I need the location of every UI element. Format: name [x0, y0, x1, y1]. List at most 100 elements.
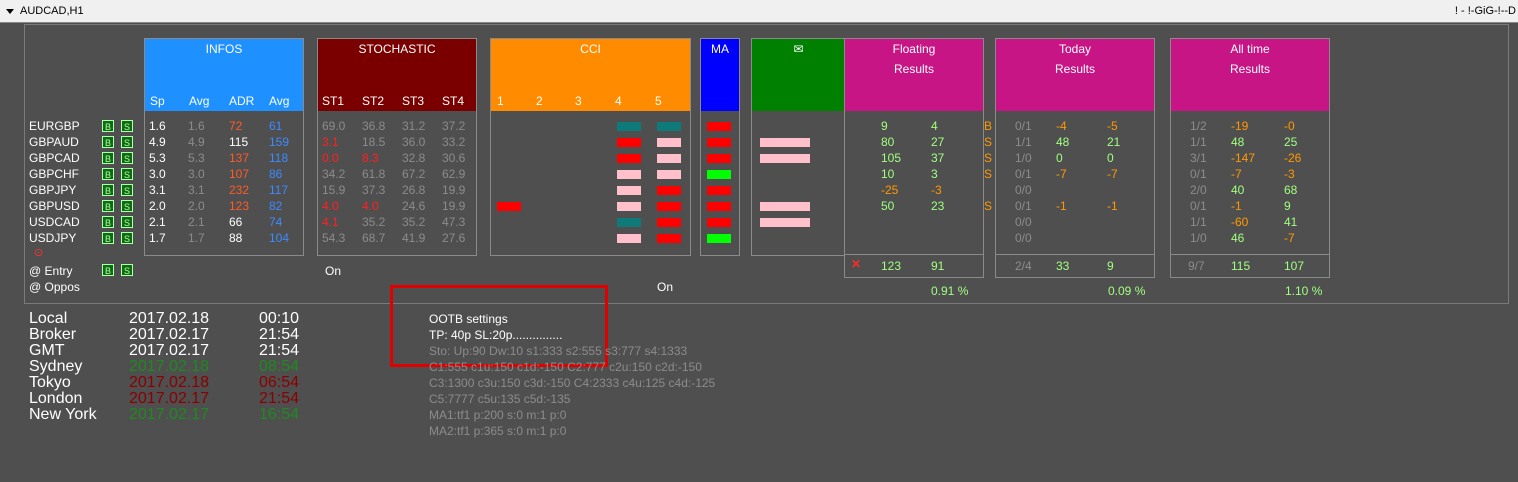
chart-title-bar: AUDCAD,H1 ! - !-GiG-!--D [0, 0, 1518, 23]
today-title-1: Today [1058, 42, 1092, 56]
alert-clock-icon[interactable]: ⊙ [34, 246, 43, 260]
stochastic-value: 19.9 [442, 199, 466, 213]
buy-button[interactable]: B [102, 232, 114, 244]
sell-button[interactable]: S [121, 184, 133, 196]
alltime-total-b: 107 [1284, 259, 1305, 273]
mail-header[interactable]: ✉ [752, 39, 845, 111]
symbol-label[interactable]: USDCAD [29, 215, 80, 229]
adr-avg-value: 118 [269, 151, 289, 165]
world-clock-city: Tokyo [29, 374, 71, 391]
mail-signal-bar [760, 218, 810, 227]
cci-signal-bar [657, 186, 681, 195]
sell-button[interactable]: S [121, 200, 133, 212]
alltime-pips: -1 [1231, 199, 1242, 213]
buy-button[interactable]: B [102, 136, 114, 148]
col-st2: ST2 [362, 94, 385, 108]
mail-signal-bar [760, 138, 810, 147]
stochastic-value: 30.6 [442, 151, 466, 165]
symbol-label[interactable]: EURGBP [29, 119, 80, 133]
stochastic-value: 27.6 [442, 231, 466, 245]
buy-button[interactable]: B [102, 168, 114, 180]
col-sp: Sp [150, 94, 165, 108]
sell-button[interactable]: S [121, 168, 133, 180]
adr-avg-value: 61 [269, 119, 283, 133]
today-profit: -7 [1107, 167, 1118, 181]
today-trades-ratio: 1/0 [1015, 151, 1032, 165]
stochastic-value: 33.2 [442, 135, 466, 149]
collapse-triangle-icon[interactable] [6, 9, 14, 14]
spread-avg-value: 2.1 [188, 215, 205, 229]
world-clock-time: 16:54 [259, 406, 300, 423]
today-trades-ratio: 0/0 [1015, 215, 1032, 229]
symbol-label[interactable]: GBPAUD [29, 135, 79, 149]
alltime-pips: -60 [1231, 215, 1249, 229]
buy-button[interactable]: B [102, 120, 114, 132]
stochastic-value: 69.0 [322, 119, 346, 133]
col-st4: ST4 [442, 94, 465, 108]
buy-button[interactable]: B [102, 216, 114, 228]
alltime-trades-ratio: 1/1 [1190, 135, 1207, 149]
today-pips: -1 [1056, 199, 1067, 213]
cci-signal-bar [657, 138, 681, 147]
cci-signal-bar [657, 218, 681, 227]
world-clock-city: New York [29, 406, 97, 423]
alltime-profit: -0 [1284, 119, 1295, 133]
entry-buy-button[interactable]: B [102, 264, 114, 276]
cci-signal-bar [617, 202, 641, 211]
floating-pips: 105 [881, 151, 902, 165]
today-profit: -1 [1107, 199, 1118, 213]
floating-total-b: 91 [931, 259, 945, 273]
alltime-pips: -7 [1231, 167, 1242, 181]
stochastic-value: 15.9 [322, 183, 346, 197]
symbol-label[interactable]: GBPCHF [29, 167, 79, 181]
position-direction-tag: S [984, 167, 993, 181]
sell-button[interactable]: S [121, 152, 133, 164]
spread-value: 5.3 [149, 151, 166, 165]
stochastic-value: 54.3 [322, 231, 346, 245]
ma-signal-bar [707, 138, 731, 147]
symbol-label[interactable]: GBPCAD [29, 151, 80, 165]
buy-button[interactable]: B [102, 184, 114, 196]
mail-signal-bar [760, 202, 810, 211]
entry-sell-button[interactable]: S [121, 264, 133, 276]
alltime-total-pct: 1.10 % [1285, 284, 1323, 298]
mail-signal-bar [760, 154, 810, 163]
sell-button[interactable]: S [121, 216, 133, 228]
symbol-label[interactable]: GBPJPY [29, 183, 76, 197]
spread-avg-value: 5.3 [188, 151, 205, 165]
adr-avg-value: 117 [269, 183, 289, 197]
buy-button[interactable]: B [102, 152, 114, 164]
position-direction-tag: S [984, 199, 993, 213]
today-profit: 0 [1107, 151, 1114, 165]
cci-signal-bar [617, 122, 641, 131]
today-total-pct: 0.09 % [1108, 284, 1146, 298]
sell-button[interactable]: S [121, 232, 133, 244]
world-clock-time: 21:54 [259, 390, 300, 407]
stochastic-value: 19.9 [442, 183, 466, 197]
spread-avg-value: 1.6 [188, 119, 205, 133]
cci-signal-bar [617, 138, 641, 147]
floating-close-all-icon[interactable]: ✕ [851, 257, 861, 271]
position-direction-tag: S [984, 135, 993, 149]
mail-icon[interactable]: ✉ [752, 42, 845, 56]
alltime-trades-ratio: 1/2 [1190, 119, 1207, 133]
symbol-label[interactable]: USDJPY [29, 231, 76, 245]
sell-button[interactable]: S [121, 120, 133, 132]
today-pips: 48 [1056, 135, 1070, 149]
cci-on-toggle[interactable]: On [657, 280, 673, 294]
stochastic-value: 37.3 [362, 183, 386, 197]
symbol-label[interactable]: GBPUSD [29, 199, 80, 213]
buy-button[interactable]: B [102, 200, 114, 212]
world-clock-time: 21:54 [259, 326, 300, 343]
stochastic-title: STOCHASTIC [358, 42, 436, 56]
alltime-profit: 68 [1284, 183, 1298, 197]
sell-button[interactable]: S [121, 136, 133, 148]
settings-line: C5:7777 c5u:135 c5d:-135 [429, 392, 571, 406]
stochastic-value: 67.2 [402, 167, 426, 181]
floating-results-group: Floating Results [844, 38, 984, 278]
alltime-total-divider [1171, 254, 1329, 255]
spread-avg-value: 1.7 [188, 231, 205, 245]
stochastic-on-toggle[interactable]: On [325, 264, 341, 278]
stochastic-value: 35.2 [362, 215, 386, 229]
floating-title-2: Results [893, 62, 934, 76]
